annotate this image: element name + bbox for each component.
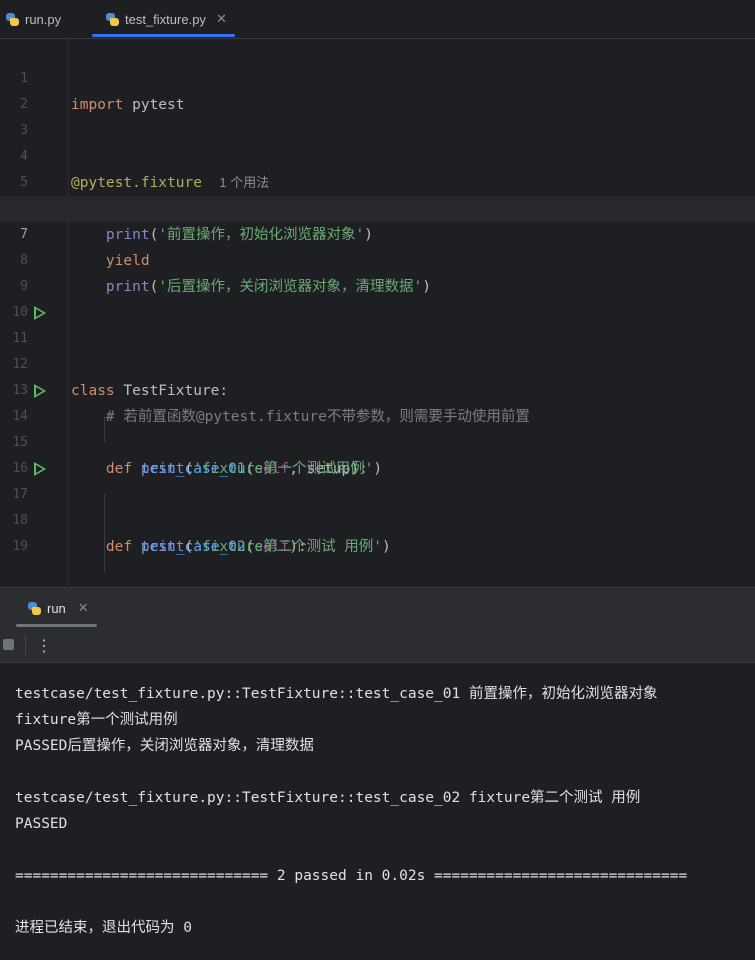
active-tab-indicator [92, 34, 235, 37]
editor-tab-bar: run.py test_fixture.py ✕ [0, 0, 755, 39]
code-line: 15 print('fixture第一个测试用例') [0, 404, 755, 477]
code-line: 3 [0, 92, 755, 138]
code-line: 8 print('后置操作，关闭浏览器对象，清理数据') [0, 222, 755, 295]
console-output[interactable]: testcase/test_fixture.py::TestFixture::t… [0, 663, 755, 960]
code-line-current: 7 yield [0, 196, 755, 269]
console-line: PASSED [15, 816, 68, 832]
close-icon[interactable]: ✕ [78, 600, 89, 616]
code-line: 18 print('fixture第二个测试 用例') [0, 482, 755, 555]
console-line: 进程已结束，退出代码为 0 [15, 920, 192, 936]
run-tab-label: run [47, 600, 66, 616]
code-line: 1 import pytest [0, 40, 755, 113]
console-line: ============================= 2 passed i… [15, 868, 688, 884]
code-token: print [140, 539, 185, 555]
python-file-icon [28, 601, 41, 615]
code-line: 16 [0, 430, 755, 476]
active-tab-indicator [16, 624, 97, 627]
console-line: testcase/test_fixture.py::TestFixture::t… [15, 686, 658, 702]
python-file-icon [106, 12, 119, 26]
code-line: 19 [0, 508, 755, 554]
code-editor[interactable]: 1 import pytest 2 3 4 @pytest.fixture 1 … [0, 39, 755, 586]
code-line: 11 class TestFixture: [0, 300, 755, 399]
run-gutter-icon[interactable] [34, 384, 46, 398]
code-token: 'fixture第二个测试 用例' [193, 539, 383, 555]
code-line: 12 [0, 326, 755, 372]
close-icon[interactable]: ✕ [216, 11, 227, 27]
tab-test-fixture-py[interactable]: test_fixture.py ✕ [106, 0, 227, 38]
run-gutter-icon[interactable] [34, 306, 46, 320]
code-line: 14 def test_case_01(self, setup): [0, 378, 755, 477]
toolbar-divider [25, 635, 26, 655]
more-options-icon[interactable]: ⋮ [36, 636, 52, 656]
code-line: 6 print('前置操作，初始化浏览器对象') [0, 170, 755, 243]
run-toolbar: ⋮ [0, 628, 755, 663]
code-line: 13 # 若前置函数@pytest.fixture不带参数，则需要手动使用前置 [0, 352, 755, 425]
console-line: fixture第一个测试用例 [15, 712, 178, 728]
stop-icon[interactable] [3, 639, 14, 650]
tool-window-tabs: run ✕ [0, 587, 755, 629]
code-line: 17 def test_case_02(self): [0, 456, 755, 555]
console-line: testcase/test_fixture.py::TestFixture::t… [15, 790, 641, 806]
code-line: 2 [0, 66, 755, 112]
run-tab[interactable]: run ✕ [28, 588, 89, 628]
python-file-icon [6, 12, 19, 26]
console-line: PASSED后置操作，关闭浏览器对象，清理数据 [15, 738, 314, 754]
code-line: 10 [0, 274, 755, 320]
tab-label: run.py [25, 11, 62, 27]
code-line: 4 @pytest.fixture 1 个用法 [0, 118, 755, 191]
line-number: 19 [12, 539, 28, 554]
code-line: 9 [0, 248, 755, 294]
tab-label: test_fixture.py [125, 11, 206, 27]
run-gutter-icon[interactable] [34, 462, 46, 476]
code-line: 5 def setup(): [0, 144, 755, 217]
tab-run-py[interactable]: run.py [6, 0, 61, 38]
